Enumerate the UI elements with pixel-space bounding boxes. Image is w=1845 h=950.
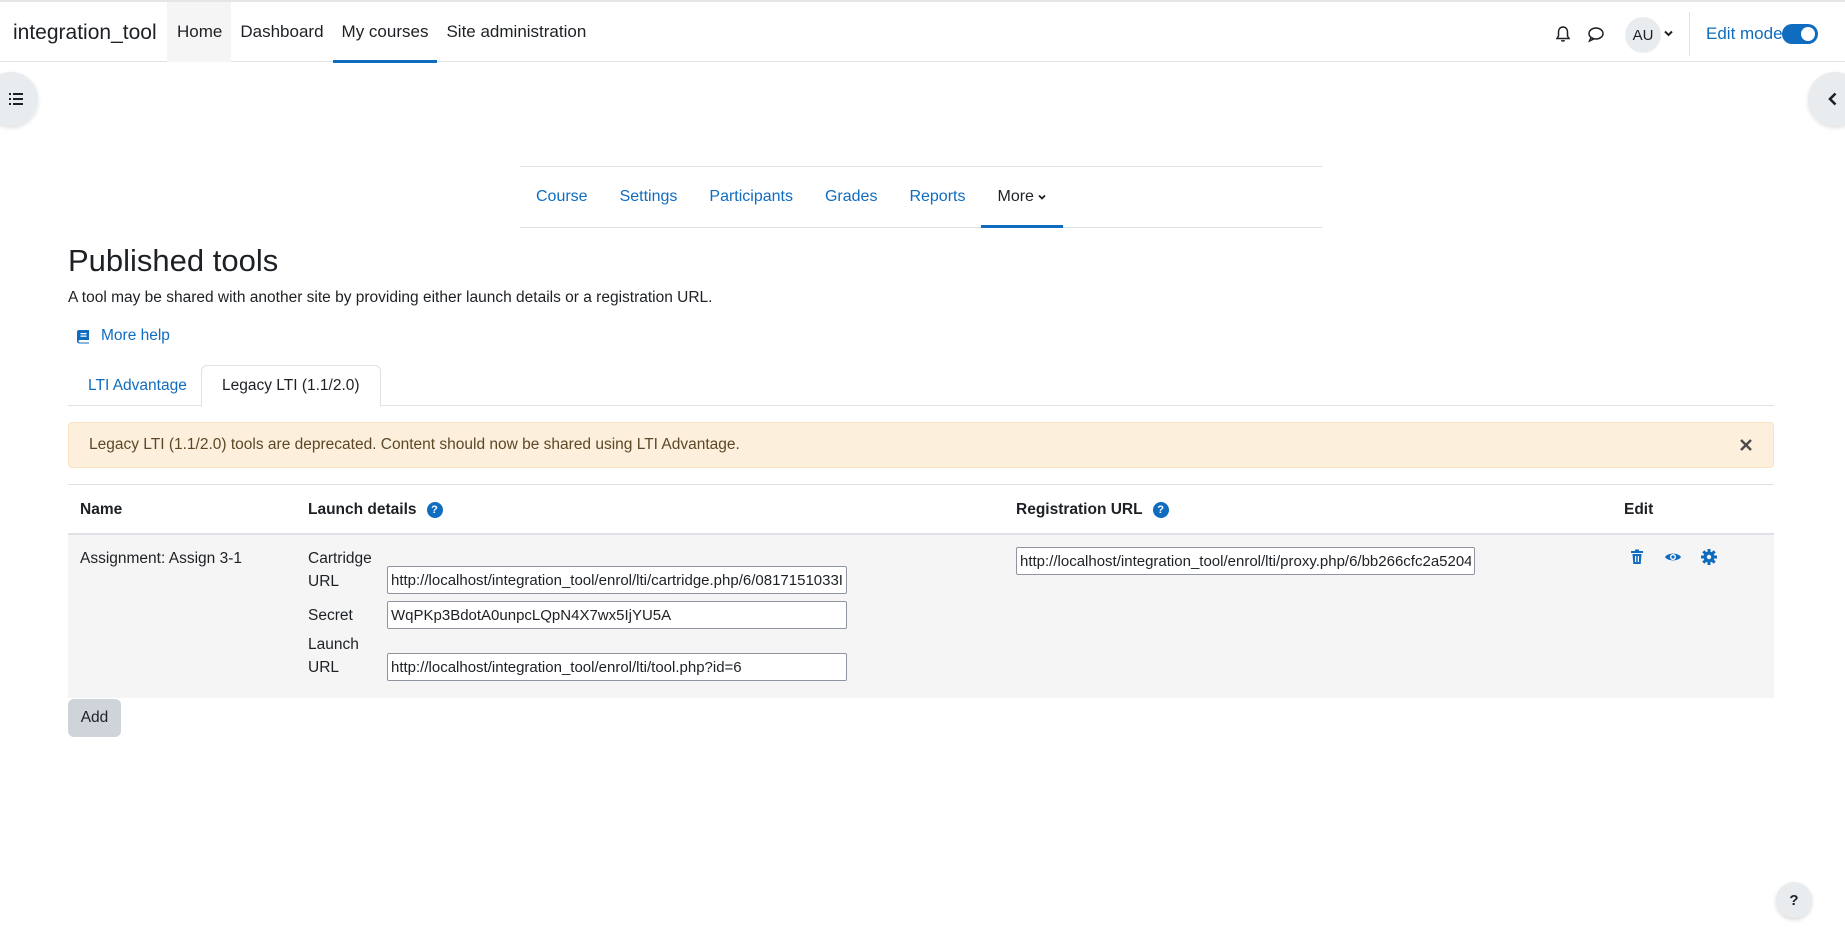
cartridge-url-field[interactable] (387, 566, 847, 594)
course-index-drawer-toggle[interactable] (0, 72, 38, 126)
launch-url-label: Launch URL (308, 633, 359, 679)
bell-icon[interactable] (1553, 24, 1573, 44)
help-icon[interactable]: ? (426, 501, 443, 518)
lti-tabs: LTI Advantage Legacy LTI (1.1/2.0) (68, 365, 1774, 407)
table-header: Name Launch details ? Registration URL ?… (68, 484, 1774, 535)
registration-url-field[interactable] (1016, 547, 1475, 575)
eye-icon[interactable] (1664, 548, 1682, 566)
launch-label-line2: URL (308, 659, 340, 676)
chevron-down-icon[interactable] (1663, 28, 1674, 39)
header-registration-url-label: Registration URL (1016, 500, 1143, 518)
header-launch-details-label: Launch details (308, 500, 417, 518)
primary-navigation: Home Dashboard My courses Site administr… (167, 2, 595, 63)
page-intro: A tool may be shared with another site b… (68, 289, 713, 306)
secret-field[interactable] (387, 601, 847, 629)
block-drawer-toggle[interactable] (1808, 72, 1845, 126)
cartridge-label-line2: URL (308, 573, 340, 590)
secondary-navigation: Course Settings Participants Grades Repo… (520, 166, 1322, 228)
close-icon[interactable] (1737, 436, 1755, 454)
top-navbar: integration_tool Home Dashboard My cours… (0, 0, 1845, 63)
header-launch-details: Launch details ? (308, 485, 443, 534)
add-button[interactable]: Add (68, 699, 121, 737)
tab-grades[interactable]: Grades (809, 167, 893, 227)
header-name: Name (80, 500, 123, 518)
secret-label: Secret (308, 607, 353, 624)
trash-icon[interactable] (1628, 548, 1646, 566)
book-icon (77, 329, 89, 343)
cartridge-label-line1: Cartridge (308, 550, 372, 567)
chevron-left-icon (1828, 92, 1837, 106)
footer-help-button[interactable]: ? (1776, 882, 1812, 918)
page-title: Published tools (68, 243, 279, 278)
user-avatar[interactable]: AU (1625, 17, 1661, 53)
gear-icon[interactable] (1700, 548, 1718, 566)
chevron-down-icon (1038, 194, 1046, 200)
list-icon (9, 93, 23, 105)
header-edit: Edit (1624, 500, 1654, 518)
deprecation-alert: Legacy LTI (1.1/2.0) tools are deprecate… (68, 422, 1774, 468)
alert-message: Legacy LTI (1.1/2.0) tools are deprecate… (89, 436, 740, 453)
divider (1689, 12, 1690, 56)
launch-label-line1: Launch (308, 636, 359, 653)
site-name[interactable]: integration_tool (13, 21, 157, 45)
messages-icon[interactable] (1586, 24, 1606, 44)
edit-mode-toggle[interactable] (1782, 24, 1818, 44)
more-help-link[interactable]: More help (76, 327, 170, 345)
toggle-knob (1801, 27, 1815, 41)
tab-legacy-lti[interactable]: Legacy LTI (1.1/2.0) (201, 365, 381, 407)
nav-my-courses[interactable]: My courses (332, 2, 438, 63)
tab-settings[interactable]: Settings (604, 167, 694, 227)
header-registration-url: Registration URL ? (1016, 485, 1169, 534)
published-tools-table: Name Launch details ? Registration URL ?… (68, 484, 1774, 698)
tool-name: Assignment: Assign 3-1 (80, 550, 242, 567)
tab-reports[interactable]: Reports (893, 167, 981, 227)
cartridge-url-label: Cartridge URL (308, 547, 372, 593)
table-row: Assignment: Assign 3-1 Cartridge URL Sec… (68, 535, 1774, 698)
edit-mode-label: Edit mode (1706, 24, 1783, 43)
tab-more[interactable]: More (981, 167, 1064, 228)
tab-course[interactable]: Course (520, 167, 604, 227)
tab-lti-advantage[interactable]: LTI Advantage (68, 365, 207, 406)
nav-dashboard[interactable]: Dashboard (231, 2, 332, 62)
help-icon[interactable]: ? (1152, 501, 1169, 518)
launch-url-field[interactable] (387, 653, 847, 681)
more-help-label: More help (101, 327, 170, 344)
nav-home[interactable]: Home (167, 2, 232, 62)
nav-site-administration[interactable]: Site administration (437, 2, 595, 62)
tab-more-label: More (997, 188, 1034, 205)
tab-participants[interactable]: Participants (693, 167, 809, 227)
